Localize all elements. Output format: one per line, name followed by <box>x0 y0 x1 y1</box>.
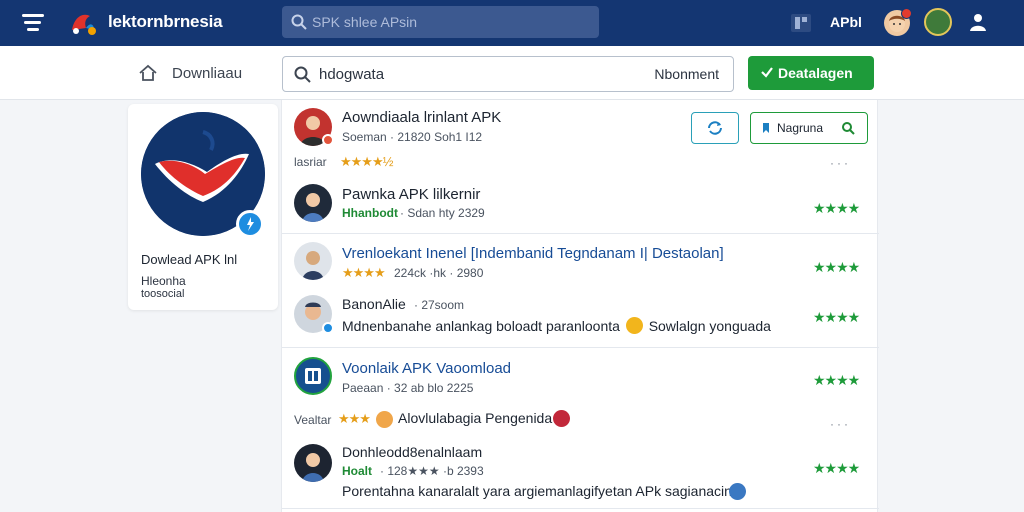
item-description: Alovlulabagia Pengenida <box>398 410 553 426</box>
app-card-caption: toosocial <box>141 288 185 300</box>
rating-stars: ★★★★ <box>813 200 860 216</box>
toolbar: Downliaau hdogwata Nbonment Deatalagen <box>0 46 1024 100</box>
top-search-box[interactable] <box>282 6 599 38</box>
item-tag: Hoalt <box>342 464 372 478</box>
item-title[interactable]: Donhleodd8enalnlaam <box>342 444 482 460</box>
rating-stars: ★★★★ <box>813 259 860 275</box>
refresh-icon <box>708 121 722 135</box>
bookmark-icon <box>763 123 769 133</box>
app-card-title: Dowlead APK lnl <box>141 252 238 267</box>
install-button-label: Nagruna <box>777 121 824 135</box>
profile-avatar[interactable] <box>924 8 952 36</box>
item-tag: Hhanbodt <box>342 206 398 220</box>
item-title[interactable]: Voonlaik APK Vaoomload <box>342 360 511 377</box>
description-text: Mdnenbanahe anlankag boloadt paranloonta <box>342 318 620 334</box>
item-title[interactable]: Vrenloekant Inenel [Indembanid Tegndanam… <box>342 245 724 262</box>
item-meta: · 128★★★ ·b 2393 <box>380 464 484 478</box>
search-icon <box>291 14 307 30</box>
breadcrumb[interactable]: Downliaau <box>172 65 242 82</box>
avatar <box>294 184 332 222</box>
more-options-icon[interactable]: ··· <box>830 417 851 431</box>
avatar <box>294 357 332 395</box>
search-icon <box>294 66 311 83</box>
item-description: Porentahna kanaralalt yara argiemanlagif… <box>342 483 732 499</box>
search-scope[interactable]: Nbonment <box>654 66 719 82</box>
heart-icon <box>553 410 570 427</box>
item-meta: · 27soom <box>414 298 465 312</box>
download-button-label: Deatalagen <box>778 65 853 81</box>
item-title[interactable]: Pawnka APK lilkernir <box>342 186 480 203</box>
item-description: Mdnenbanahe anlankag boloadt paranloonta… <box>342 317 771 334</box>
divider <box>282 233 879 234</box>
top-search-input[interactable] <box>312 11 592 33</box>
emoji-icon <box>625 317 643 334</box>
apps-icon[interactable] <box>790 12 812 34</box>
install-button[interactable]: Nagruna <box>750 112 868 144</box>
app-logo-icon[interactable] <box>68 8 98 38</box>
emoji-icon <box>376 411 393 428</box>
item-stars: ★★★★ <box>342 265 386 280</box>
status-dot <box>322 134 334 146</box>
divider <box>282 347 879 348</box>
item-meta: · Sdan hty 2329 <box>400 206 485 220</box>
notification-badge <box>901 8 912 19</box>
main-search-field[interactable]: hdogwata Nbonment <box>282 56 734 92</box>
description-text: Sowlalgn yonguada <box>648 318 771 334</box>
header-label[interactable]: APbl <box>830 14 862 30</box>
home-icon[interactable] <box>138 64 158 82</box>
item-meta: Paeaan · 32 ab blo 2225 <box>342 381 474 395</box>
rating-stars: ★★★★ <box>813 372 860 388</box>
results-list: Aowndiaala lrinlant APK Soeman · 21820 S… <box>281 100 879 512</box>
app-info-card: Dowlead APK lnl Hleonha toosocial <box>128 104 278 310</box>
verified-badge-icon <box>236 210 264 238</box>
globe-icon <box>729 483 746 500</box>
rating-label: Vealtar <box>294 413 332 427</box>
rating-stars: ★★★★½ <box>340 154 393 169</box>
rating-label: lasriar <box>294 155 327 169</box>
item-meta: 224ck ·hk · 2980 <box>394 266 484 280</box>
rating-stars: ★★★★ <box>813 460 860 476</box>
item-meta: Soeman · 21820 Soh1 I12 <box>342 130 483 144</box>
download-button[interactable]: Deatalagen <box>748 56 874 90</box>
search-icon <box>842 122 855 135</box>
refresh-button[interactable] <box>691 112 739 144</box>
rating-stars: ★★★★ <box>813 309 860 325</box>
item-title[interactable]: Aowndiaala lrinlant APK <box>342 109 501 126</box>
brand-name[interactable]: lektornbrnesia <box>108 12 223 32</box>
status-dot <box>322 322 334 334</box>
menu-icon[interactable] <box>22 13 46 33</box>
avatar <box>294 242 332 280</box>
more-options-icon[interactable]: ··· <box>830 156 851 170</box>
avatar <box>294 444 332 482</box>
app-card-subtitle: Hleonha <box>141 274 186 288</box>
check-icon <box>761 67 773 78</box>
item-title[interactable]: BanonAlie <box>342 296 406 312</box>
search-query[interactable]: hdogwata <box>319 66 384 83</box>
account-icon[interactable] <box>968 12 988 32</box>
rating-stars: ★★★ <box>338 411 371 426</box>
divider <box>282 508 879 509</box>
top-navigation-bar: lektornbrnesia APbl <box>0 0 1024 46</box>
